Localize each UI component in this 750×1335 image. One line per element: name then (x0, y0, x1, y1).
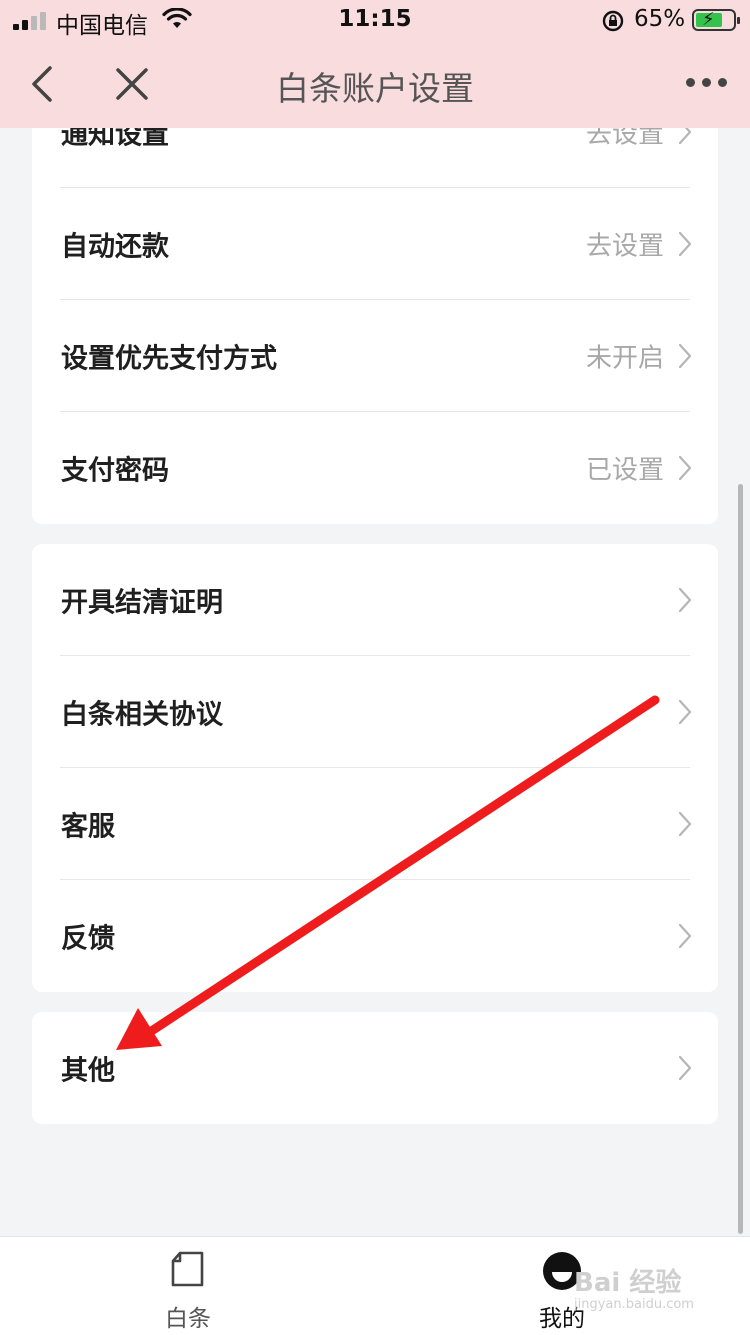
settings-row-value: 未开启 (585, 343, 664, 374)
chevron-right-icon (678, 1055, 692, 1081)
page-title: 白条账户设置 (276, 69, 474, 108)
settings-row-label: 客服 (61, 811, 115, 843)
settings-row[interactable]: 客服 (32, 768, 718, 880)
settings-row-label: 自动还款 (61, 231, 169, 263)
settings-row-value: 已设置 (585, 455, 664, 486)
watermark: Bai 经验 jingyan.baidu.com (574, 1268, 694, 1312)
settings-card-service: 开具结清证明 白条相关协议 客服反馈 (32, 544, 718, 992)
chevron-right-icon (678, 231, 692, 257)
settings-row[interactable]: 白条相关协议 (32, 656, 718, 768)
battery-icon: ⚡ (692, 9, 740, 31)
more-icon[interactable] (684, 78, 728, 92)
settings-row-label: 开具结清证明 (61, 587, 223, 619)
settings-row[interactable]: 设置优先支付方式 未开启 (32, 300, 718, 412)
chevron-right-icon (678, 699, 692, 725)
app-header: 中国电信 11:15 65% ⚡ 白条账户设置 (0, 0, 750, 128)
chevron-right-icon (678, 343, 692, 369)
settings-row[interactable]: 反馈 (32, 880, 718, 992)
settings-row[interactable]: 开具结清证明 (32, 544, 718, 656)
tab-baitiao[interactable]: 白条 (118, 1237, 258, 1335)
settings-card-account: 通知设置 去设置 自动还款 去设置 设置优先支付方式 未开启 支付密码 已设置 (32, 76, 718, 524)
settings-row[interactable]: 自动还款 去设置 (32, 188, 718, 300)
chevron-right-icon (678, 923, 692, 949)
settings-row-label: 其他 (61, 1055, 115, 1087)
settings-row[interactable]: 支付密码 已设置 (32, 412, 718, 524)
chevron-right-icon (678, 811, 692, 837)
chevron-right-icon (678, 587, 692, 613)
nav-bar: 白条账户设置 (0, 44, 750, 128)
settings-row-label: 反馈 (61, 923, 115, 955)
rotation-lock-icon (602, 10, 624, 32)
settings-row-label: 设置优先支付方式 (61, 343, 277, 375)
settings-row-label: 支付密码 (61, 455, 169, 487)
scrollbar[interactable] (738, 484, 743, 1234)
settings-row[interactable]: 其他 (32, 1012, 718, 1124)
settings-row-label: 白条相关协议 (61, 699, 223, 731)
tab-label: 白条 (165, 1306, 211, 1332)
battery-percent: 65% (634, 6, 686, 32)
chevron-right-icon (678, 455, 692, 481)
settings-card-other: 其他 (32, 1012, 718, 1124)
settings-row-value: 去设置 (585, 231, 664, 262)
document-icon (171, 1251, 204, 1287)
status-bar: 中国电信 11:15 65% ⚡ (0, 0, 750, 44)
